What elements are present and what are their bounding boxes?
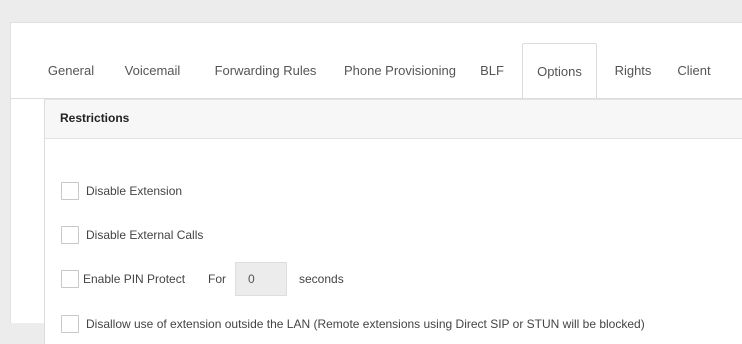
restrictions-panel-header: Restrictions xyxy=(45,99,742,139)
tab-general[interactable]: General xyxy=(46,43,96,98)
page-top-strip xyxy=(0,0,742,22)
disallow-outside-lan-label[interactable]: Disallow use of extension outside the LA… xyxy=(86,317,645,331)
tab-phone-provisioning[interactable]: Phone Provisioning xyxy=(339,43,461,98)
pin-protect-seconds-label: seconds xyxy=(299,272,344,286)
extension-settings-card: General Voicemail Forwarding Rules Phone… xyxy=(10,22,742,344)
pin-protect-label[interactable]: Enable PIN Protect xyxy=(83,272,185,286)
tab-client[interactable]: Client xyxy=(673,43,715,98)
tab-voicemail[interactable]: Voicemail xyxy=(115,43,190,98)
disable-extension-label[interactable]: Disable Extension xyxy=(86,184,182,198)
tab-forwarding-rules[interactable]: Forwarding Rules xyxy=(208,43,323,98)
pin-protect-seconds-input[interactable] xyxy=(235,262,287,296)
pin-protect-for-label: For xyxy=(208,272,226,286)
tab-options[interactable]: Options xyxy=(522,43,597,100)
disallow-outside-lan-checkbox[interactable] xyxy=(61,315,79,333)
pin-protect-checkbox[interactable] xyxy=(61,270,79,288)
restrictions-panel: Restrictions Disable Extension Disable E… xyxy=(44,99,742,344)
restrictions-title: Restrictions xyxy=(60,111,130,125)
tab-rights[interactable]: Rights xyxy=(610,43,656,98)
tab-blf[interactable]: BLF xyxy=(475,43,509,98)
disable-external-calls-checkbox[interactable] xyxy=(61,226,79,244)
disable-extension-checkbox[interactable] xyxy=(61,182,79,200)
disable-external-calls-label[interactable]: Disable External Calls xyxy=(86,228,203,242)
